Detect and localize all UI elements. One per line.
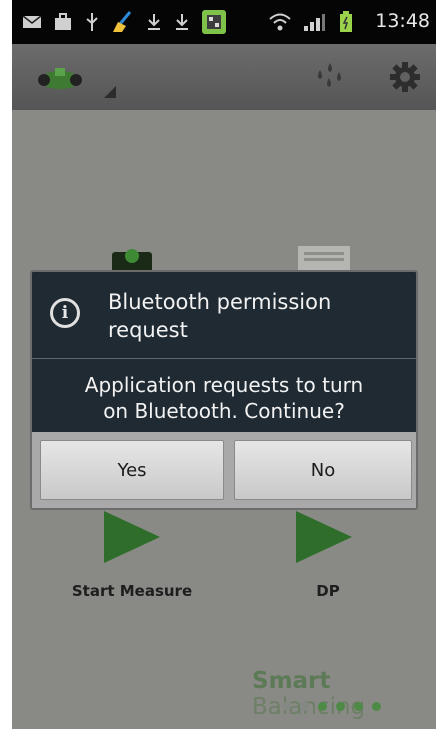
start-measure-label[interactable]: Start Measure <box>52 582 212 600</box>
page-dot <box>372 702 381 711</box>
dialog-message: Application requests to turn on Bluetoot… <box>32 372 416 424</box>
page-dot <box>300 702 309 711</box>
download-icon <box>146 12 162 32</box>
dialog-title: Bluetooth permission request <box>108 290 332 342</box>
dialog-button-bar: Yes No <box>32 432 416 508</box>
bag-icon <box>54 12 72 32</box>
broom-icon <box>110 11 136 32</box>
dp-label[interactable]: DP <box>248 582 408 600</box>
status-bar: 13:48 <box>12 0 436 44</box>
dialog-message-line: on Bluetooth. Continue? <box>103 399 345 423</box>
bluetooth-permission-dialog: i Bluetooth permission request Applicati… <box>30 270 418 510</box>
gear-icon[interactable] <box>390 62 420 92</box>
status-time: 13:48 <box>375 10 430 32</box>
page-dot <box>354 702 363 711</box>
brand-logo: Smart Balancing <box>252 668 436 720</box>
battery-icon <box>338 11 354 32</box>
robot-mower-icon[interactable] <box>30 56 120 100</box>
start-measure-play-icon[interactable] <box>104 511 160 563</box>
wifi-icon <box>268 12 292 32</box>
download-icon <box>174 12 190 32</box>
no-button[interactable]: No <box>234 440 412 500</box>
phone-screen: 13:48 Start Measure DP Smart i Bluetooth… <box>12 0 436 729</box>
page-indicator <box>282 702 381 711</box>
robot-tile-icon <box>108 246 156 272</box>
dialog-header: i Bluetooth permission request <box>32 272 416 359</box>
brand-bold: Smart <box>252 668 331 694</box>
page-dot <box>318 702 327 711</box>
usb-icon <box>84 12 100 32</box>
document-tile-icon <box>296 242 356 272</box>
water-drops-icon[interactable] <box>312 60 348 94</box>
app-notification-icon <box>200 8 228 36</box>
info-icon: i <box>50 298 80 328</box>
yes-button[interactable]: Yes <box>40 440 224 500</box>
mail-icon <box>22 12 42 32</box>
action-bar <box>12 44 436 111</box>
dialog-message-line: Application requests to turn <box>84 373 364 397</box>
dp-play-icon[interactable] <box>296 511 352 563</box>
page-dot <box>336 702 345 711</box>
page-dot <box>282 702 291 711</box>
signal-icon <box>302 12 326 32</box>
